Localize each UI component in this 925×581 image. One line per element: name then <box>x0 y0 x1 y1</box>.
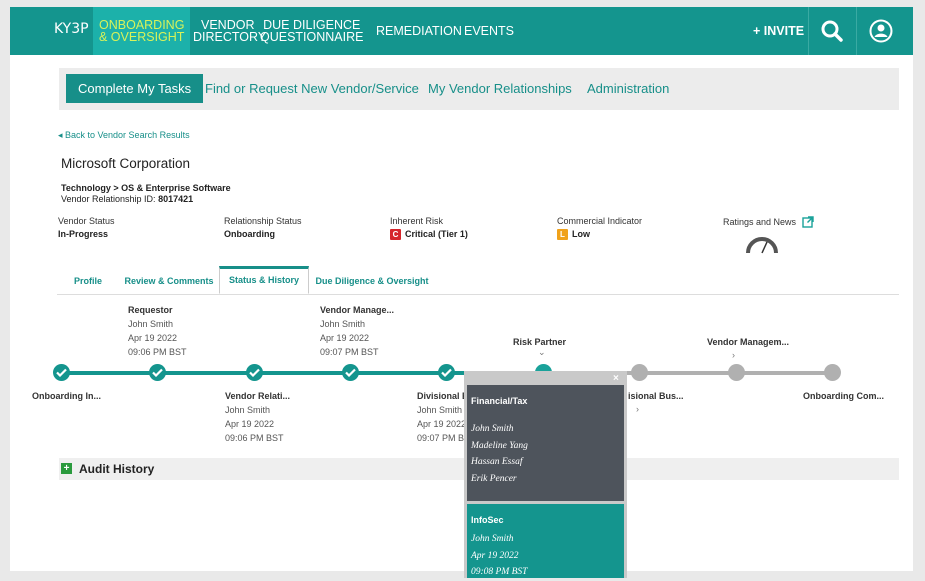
inherent-risk-label: Inherent Risk <box>390 216 444 226</box>
nav-divider <box>808 7 809 55</box>
relationship-status: Relationship Status Onboarding <box>224 216 302 239</box>
app-frame: KY3P ONBOARDING & OVERSIGHT VENDOR DIREC… <box>10 7 913 578</box>
ratings-news-label: Ratings and News <box>723 217 797 227</box>
risk-partner-popup: × Financial/Tax John Smith Madeline Yang… <box>464 371 627 578</box>
reviewer-name: Erik Pencer <box>471 473 517 484</box>
step-vendor-manager: Vendor Manage... John Smith Apr 19 2022 … <box>320 305 395 357</box>
chevron-right-icon[interactable]: › <box>732 350 735 360</box>
expand-plus-icon[interactable]: + <box>61 463 72 474</box>
low-indicator-badge: L <box>557 229 568 241</box>
inherent-risk-value: Critical (Tier 1) <box>405 229 468 239</box>
step-onboarding-complete: Onboarding Com... <box>803 391 884 401</box>
step-vendor-relationship: Vendor Relati... John Smith Apr 19 2022 … <box>225 391 291 443</box>
relationship-id-label: Vendor Relationship ID: <box>61 194 156 204</box>
audit-history-title: Audit History <box>79 462 155 476</box>
subnav-find-request-vendor[interactable]: Find or Request New Vendor/Service <box>205 74 419 103</box>
commercial-indicator: Commercial Indicator L Low <box>557 216 643 241</box>
tab-status-history[interactable]: Status & History <box>219 266 309 294</box>
subnav-complete-my-tasks[interactable]: Complete My Tasks <box>66 74 204 103</box>
step-onboarding-initiated: Onboarding In... <box>32 391 101 401</box>
reviewer-name: Madeline Yang <box>471 440 528 451</box>
back-to-search-link[interactable]: ◂ Back to Vendor Search Results <box>58 130 190 141</box>
vendor-status: Vendor Status In-Progress <box>58 216 115 239</box>
review-date: Apr 19 2022 <box>471 550 519 561</box>
reviewer-name: Hassan Essaf <box>471 457 523 467</box>
tab-due-diligence-oversight[interactable]: Due Diligence & Oversight <box>309 268 435 294</box>
vendor-status-value: In-Progress <box>58 229 109 239</box>
nav-due-diligence-questionnaire[interactable]: DUE DILIGENCE QUESTIONNAIRE <box>260 7 364 55</box>
nav-onboarding-oversight[interactable]: ONBOARDING & OVERSIGHT <box>93 7 191 55</box>
check-icon[interactable] <box>438 364 455 381</box>
commercial-indicator-label: Commercial Indicator <box>557 216 643 226</box>
check-icon[interactable] <box>149 364 166 381</box>
relationship-status-label: Relationship Status <box>224 216 302 226</box>
external-link-icon[interactable] <box>801 216 814 230</box>
nav-vendor-directory[interactable]: VENDOR DIRECTORY <box>193 7 266 55</box>
relationship-id: Vendor Relationship ID: 8017421 <box>61 194 193 204</box>
vendor-status-label: Vendor Status <box>58 216 115 226</box>
nav-divider <box>856 7 857 55</box>
app-logo[interactable]: KY3P <box>54 21 89 37</box>
check-icon[interactable] <box>246 364 263 381</box>
infosec-card: InfoSec John Smith Apr 19 2022 09:08 PM … <box>467 504 624 578</box>
inherent-risk: Inherent Risk C Critical (Tier 1) <box>390 216 468 241</box>
step-requestor: Requestor John Smith Apr 19 2022 09:06 P… <box>128 305 187 357</box>
nav-events[interactable]: EVENTS <box>464 7 514 55</box>
relationship-id-value: 8017421 <box>158 194 194 204</box>
reviewer-name: John Smith <box>471 424 514 434</box>
ratings-and-news: Ratings and News <box>723 216 814 256</box>
industry-path: Technology > OS & Enterprise Software <box>61 183 231 193</box>
tab-profile[interactable]: Profile <box>57 268 119 294</box>
vendor-tabs: Profile Review & Comments Status & Histo… <box>57 266 899 295</box>
step-divisional-business[interactable]: isional Bus... <box>628 389 684 403</box>
nav-remediation[interactable]: REMEDIATION <box>376 7 462 55</box>
chevron-right-icon[interactable]: › <box>636 404 639 414</box>
subnav-administration[interactable]: Administration <box>587 74 669 103</box>
critical-risk-badge: C <box>390 229 401 241</box>
rating-gauge-icon[interactable] <box>745 236 814 256</box>
card-title: Financial/Tax <box>471 396 528 406</box>
chevron-down-icon[interactable]: ⌄ <box>538 347 546 358</box>
user-avatar-icon[interactable] <box>869 19 893 43</box>
step-vendor-management[interactable]: Vendor Managem... <box>707 335 789 349</box>
reviewer-name: John Smith <box>471 534 514 544</box>
sub-nav: Complete My Tasks Find or Request New Ve… <box>59 68 899 110</box>
pending-step-node[interactable] <box>631 364 648 381</box>
pending-step-node[interactable] <box>728 364 745 381</box>
card-title: InfoSec <box>471 515 504 525</box>
close-icon[interactable]: × <box>613 373 619 384</box>
company-name: Microsoft Corporation <box>61 156 191 171</box>
financial-tax-card: Financial/Tax John Smith Madeline Yang H… <box>467 385 624 501</box>
subnav-my-vendor-relationships[interactable]: My Vendor Relationships <box>428 74 572 103</box>
invite-button[interactable]: + INVITE <box>753 24 804 38</box>
check-icon[interactable] <box>342 364 359 381</box>
tab-review-comments[interactable]: Review & Comments <box>119 268 219 294</box>
step-divisional-executive: Divisional E John Smith Apr 19 2022 09:0… <box>417 391 469 443</box>
review-time: 09:08 PM BST <box>471 567 528 577</box>
search-icon[interactable] <box>820 19 844 43</box>
commercial-indicator-value: Low <box>572 229 590 239</box>
top-nav: KY3P ONBOARDING & OVERSIGHT VENDOR DIREC… <box>10 7 913 55</box>
check-icon[interactable] <box>53 364 70 381</box>
pending-step-node[interactable] <box>824 364 841 381</box>
relationship-status-value: Onboarding <box>224 229 275 239</box>
